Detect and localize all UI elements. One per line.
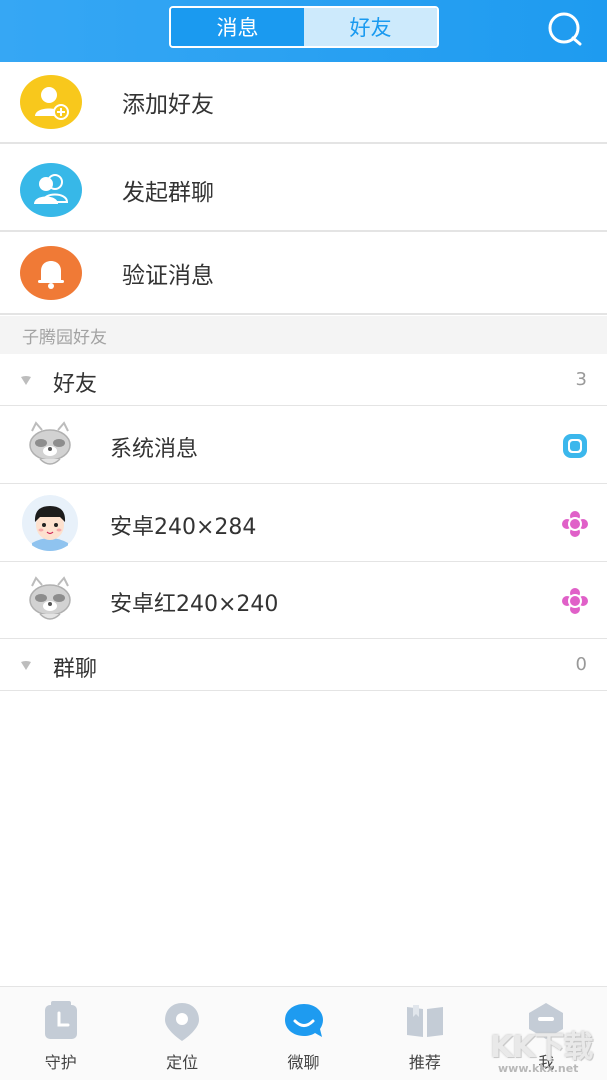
location-pin-icon <box>165 1003 200 1041</box>
tab-chat[interactable]: 微聊 <box>243 987 364 1080</box>
collapse-arrow-icon <box>21 661 31 670</box>
bell-icon <box>20 246 82 300</box>
top-bar: 消息 好友 <box>0 0 607 62</box>
group-name: 群聊 <box>53 657 98 682</box>
raccoon-avatar <box>20 417 80 473</box>
tab-recommend[interactable]: 推荐 <box>364 987 485 1080</box>
friend-name: 安卓240×284 <box>110 515 257 540</box>
tab-location[interactable]: 定位 <box>121 987 242 1080</box>
group-friends[interactable]: 好友 3 <box>0 354 607 406</box>
group-name: 好友 <box>53 372 98 397</box>
friend-name: 系统消息 <box>110 437 199 462</box>
watch-icon <box>563 434 587 458</box>
raccoon-avatar <box>20 572 80 628</box>
group-count: 0 <box>575 654 587 675</box>
tab-label: 定位 <box>166 1053 199 1072</box>
add-friend-row[interactable]: 添加好友 <box>0 62 607 144</box>
tab-label: 守护 <box>44 1053 77 1072</box>
start-group-chat-label: 发起群聊 <box>122 180 214 206</box>
watermark-text: KK下载 <box>490 1030 593 1065</box>
section-title: 子腾园好友 <box>22 327 107 348</box>
friend-row[interactable]: 安卓红240×240 <box>0 562 607 639</box>
verification-messages-row[interactable]: 验证消息 <box>0 233 607 315</box>
add-user-icon <box>20 75 82 129</box>
tab-label: 推荐 <box>408 1053 441 1072</box>
friend-row[interactable]: 系统消息 <box>0 407 607 484</box>
segment-control: 消息 好友 <box>169 6 439 48</box>
friend-name: 安卓红240×240 <box>110 592 279 617</box>
collapse-arrow-icon <box>21 376 31 385</box>
tab-label: 微聊 <box>287 1053 320 1072</box>
watermark-url: www.kkx.net <box>498 1062 579 1075</box>
search-icon[interactable] <box>546 10 584 48</box>
group-count: 3 <box>575 369 587 390</box>
book-icon <box>406 1005 443 1037</box>
verification-messages-label: 验证消息 <box>122 263 214 289</box>
watermark-logo: KK下载 www.kkx.net <box>488 1022 606 1078</box>
section-header: 子腾园好友 <box>0 316 607 354</box>
clock-icon <box>44 1001 77 1039</box>
chat-bubble-icon <box>284 1004 323 1037</box>
add-friend-label: 添加好友 <box>122 92 214 118</box>
group-icon <box>20 163 82 217</box>
flower-watch-icon <box>562 511 588 537</box>
tab-messages[interactable]: 消息 <box>171 8 304 46</box>
tab-friends[interactable]: 好友 <box>304 8 437 46</box>
flower-watch-icon <box>562 588 588 614</box>
child-avatar <box>22 495 78 551</box>
group-chats[interactable]: 群聊 0 <box>0 639 607 691</box>
tab-guard[interactable]: 守护 <box>0 987 121 1080</box>
start-group-chat-row[interactable]: 发起群聊 <box>0 150 607 232</box>
friend-row[interactable]: 安卓240×284 <box>0 485 607 562</box>
